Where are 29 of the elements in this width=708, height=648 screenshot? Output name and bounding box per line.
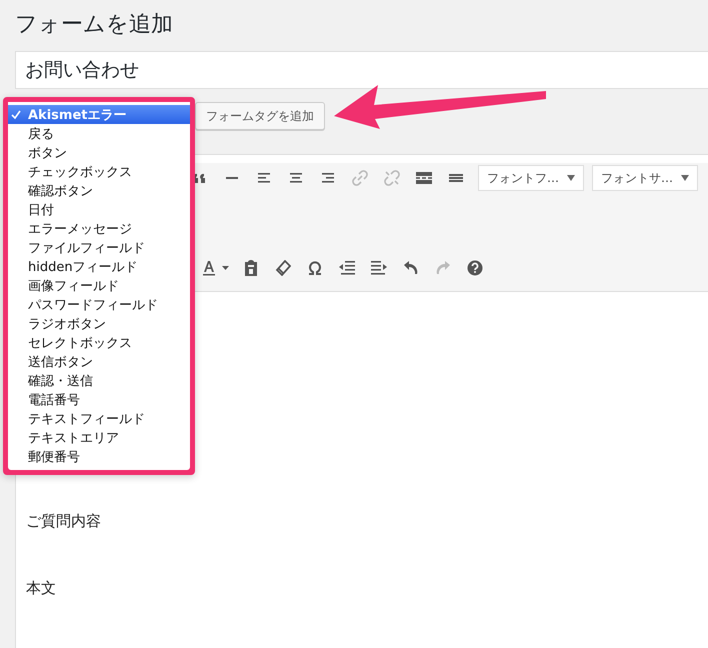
check-icon [11, 110, 21, 120]
menu-item[interactable]: 確認・送信 [8, 371, 190, 390]
font-select[interactable]: フォントサ… [592, 165, 698, 191]
menu-item[interactable]: 画像フィールド [8, 276, 190, 295]
menu-item[interactable]: ファイルフィールド [8, 238, 190, 257]
menu-item[interactable]: ラジオボタン [8, 314, 190, 333]
editor-text: 本文 [26, 579, 56, 598]
menu-item[interactable]: パスワードフィールド [8, 295, 190, 314]
menu-item[interactable]: チェックボックス [8, 162, 190, 181]
menu-item[interactable]: 電話番号 [8, 390, 190, 409]
menu-item[interactable]: ボタン [8, 143, 190, 162]
add-form-tag-button[interactable]: フォームタグを追加 [195, 102, 325, 130]
menu-item[interactable]: 郵便番号 [8, 447, 190, 466]
menu-item[interactable]: hiddenフィールド [8, 257, 190, 276]
menu-item[interactable]: 確認ボタン [8, 181, 190, 200]
menu-item[interactable]: 送信ボタン [8, 352, 190, 371]
menu-item[interactable]: テキストフィールド [8, 409, 190, 428]
page-title: フォームを追加 [15, 11, 174, 39]
caret-icon [681, 175, 689, 181]
menu-item[interactable]: 日付 [8, 200, 190, 219]
form-name-field[interactable]: お問い合わせ [15, 51, 708, 89]
editor-text: ご質問内容 [26, 512, 101, 531]
menu-item[interactable]: セレクトボックス [8, 333, 190, 352]
menu-item[interactable]: テキストエリア [8, 428, 190, 447]
font-select[interactable]: フォントフ… [478, 165, 584, 191]
menu-item[interactable]: エラーメッセージ [8, 219, 190, 238]
menu-item[interactable]: Akismetエラー [8, 105, 190, 124]
caret-icon [567, 175, 575, 181]
menu-item[interactable]: 戻る [8, 124, 190, 143]
